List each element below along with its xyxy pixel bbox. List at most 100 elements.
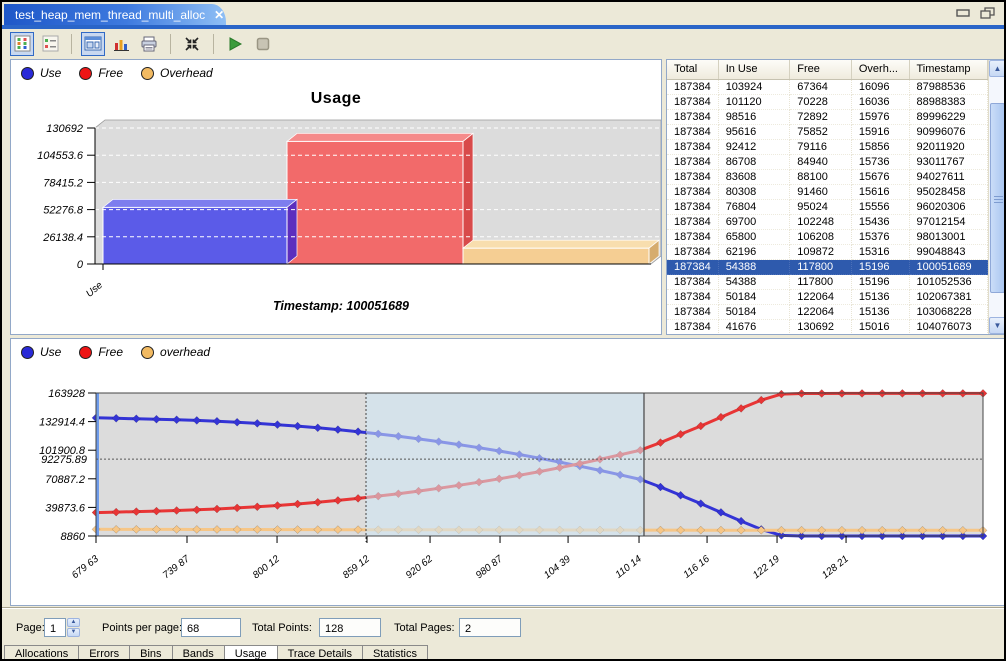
table-cell: 109872 [790,245,852,260]
scroll-up-icon[interactable]: ▲ [989,60,1006,77]
svg-text:26138.4: 26138.4 [42,232,83,244]
page-label: Page: [16,622,45,634]
table-cell: 187384 [667,185,719,200]
table-row[interactable]: 18738483608881001567694027611 [667,170,988,185]
table-row[interactable]: 187384697001022481543697012154 [667,215,988,230]
tab-usage[interactable]: Usage [225,645,278,661]
page-spinner[interactable]: ▲▼ [67,618,80,637]
table-row[interactable]: 187384103924673641609687988536 [667,80,988,95]
svg-text:800 12: 800 12 [251,553,282,581]
column-header-total[interactable]: Total [667,60,719,79]
table-row[interactable]: 187384658001062081537698013001 [667,230,988,245]
table-cell: 88988383 [910,95,989,110]
table-row[interactable]: 1873845438811780015196100051689 [667,260,988,275]
table-cell: 98516 [719,110,791,125]
minimize-icon[interactable] [956,7,972,19]
usage-line-chart[interactable]: 886039873.670887.2101900.8132914.4163928… [11,339,1005,605]
print-icon[interactable] [137,32,161,56]
svg-text:104 39: 104 39 [542,553,573,581]
overhead-swatch-icon [141,67,154,80]
table-cell: 187384 [667,170,719,185]
bar-chart-title: Usage [11,90,661,108]
collapse-all-icon[interactable] [180,32,204,56]
points-per-page-input[interactable] [181,618,241,637]
legend-label: Use [40,66,61,80]
run-icon[interactable] [223,32,247,56]
close-icon[interactable]: ✕ [214,8,224,22]
bar-chart-view-icon[interactable] [109,32,133,56]
legend-item-free: Free [79,66,123,80]
table-row[interactable]: 1873845438811780015196101052536 [667,275,988,290]
usage-bar-panel: Use Free Overhead Usage 026138.452276.87… [10,59,662,335]
usage-line-panel: Use Free overhead 886039873.670887.21019… [10,338,1006,606]
scrollbar-grip [994,196,1003,197]
list-view-icon[interactable] [38,32,62,56]
table-scrollbar[interactable]: ▲ ▼ [988,60,1005,334]
svg-text:980 87: 980 87 [474,553,505,581]
table-cell: 54388 [719,260,791,275]
table-cell: 15676 [852,170,910,185]
table-row[interactable]: 187384101120702281603688988383 [667,95,988,110]
grid-view-icon[interactable] [10,32,34,56]
tab-allocations[interactable]: Allocations [4,645,79,661]
scrollbar-thumb[interactable] [990,103,1005,293]
tab-errors[interactable]: Errors [79,645,130,661]
table-cell: 15976 [852,110,910,125]
restore-icon[interactable] [980,7,996,19]
view-tab-title: test_heap_mem_thread_multi_alloc [15,8,205,22]
toolbar-separator [213,34,214,54]
svg-text:132914.4: 132914.4 [39,417,85,429]
column-header-inuse[interactable]: In Use [719,60,791,79]
usage-table-panel: TotalIn UseFreeOverh...Timestamp 1873841… [666,59,1006,335]
column-header-timestamp[interactable]: Timestamp [910,60,989,79]
table-cell: 102067381 [910,290,989,305]
table-cell: 122064 [790,290,852,305]
scroll-down-icon[interactable]: ▼ [989,317,1006,334]
table-cell: 76804 [719,200,791,215]
column-header-free[interactable]: Free [790,60,852,79]
tab-statistics[interactable]: Statistics [363,645,428,661]
view-tab[interactable]: test_heap_mem_thread_multi_alloc ✕ [4,4,226,25]
tab-bins[interactable]: Bins [130,645,172,661]
legend-item-overhead: Overhead [141,66,213,80]
table-row[interactable]: 18738492412791161585692011920 [667,140,988,155]
window-view-icon[interactable] [81,32,105,56]
table-row[interactable]: 1873844167613069215016104076073 [667,320,988,334]
table-cell: 187384 [667,275,719,290]
tab-bands[interactable]: Bands [173,645,225,661]
points-per-page-label: Points per page: [102,622,182,634]
table-row[interactable]: 18738498516728921597689996229 [667,110,988,125]
table-cell: 84940 [790,155,852,170]
svg-text:679 63: 679 63 [70,553,101,581]
table-row[interactable]: 1873845018412206415136102067381 [667,290,988,305]
table-row[interactable]: 18738480308914601561695028458 [667,185,988,200]
table-cell: 101052536 [910,275,989,290]
table-row[interactable]: 1873845018412206415136103068228 [667,305,988,320]
column-header-overh[interactable]: Overh... [852,60,910,79]
toolbar-separator [71,34,72,54]
free-swatch-icon [79,67,92,80]
table-row[interactable]: 187384621961098721531699048843 [667,245,988,260]
table-row[interactable]: 18738476804950241555696020306 [667,200,988,215]
total-pages-label: Total Pages: [394,622,455,634]
bottom-tab-bar: AllocationsErrorsBinsBandsUsageTrace Det… [4,645,428,661]
table-row[interactable]: 18738486708849401573693011767 [667,155,988,170]
spin-down-icon[interactable]: ▼ [67,628,80,637]
svg-text:39873.6: 39873.6 [45,502,86,514]
svg-text:739 87: 739 87 [161,553,192,581]
tab-trace-details[interactable]: Trace Details [278,645,363,661]
table-cell: 92412 [719,140,791,155]
table-cell: 117800 [790,260,852,275]
page-input[interactable] [44,618,66,637]
svg-text:92275.89: 92275.89 [41,454,87,466]
table-cell: 15856 [852,140,910,155]
svg-text:110 14: 110 14 [614,553,645,580]
stop-icon[interactable] [251,32,275,56]
table-cell: 94027611 [910,170,989,185]
spin-up-icon[interactable]: ▲ [67,618,80,627]
table-cell: 15376 [852,230,910,245]
table-row[interactable]: 18738495616758521591690996076 [667,125,988,140]
table-cell: 187384 [667,245,719,260]
table-cell: 15556 [852,200,910,215]
table-cell: 187384 [667,155,719,170]
